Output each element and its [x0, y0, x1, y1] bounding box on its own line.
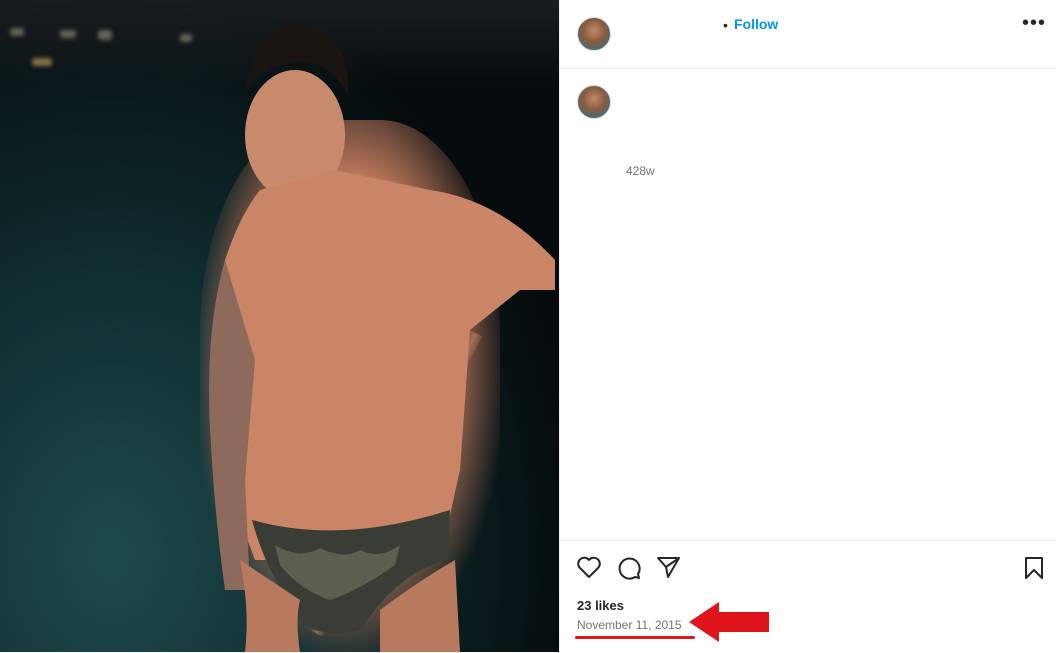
author-avatar[interactable] — [577, 17, 611, 51]
caption-author-avatar[interactable] — [577, 85, 611, 119]
heart-icon[interactable] — [576, 555, 602, 579]
separator-dot: • — [723, 17, 728, 33]
post-details-panel: • Follow ••• 428w 23 likes November 11, … — [559, 0, 1056, 652]
post-header: • Follow ••• — [560, 0, 1056, 69]
bookmark-icon[interactable] — [1023, 555, 1045, 581]
caption-timestamp[interactable]: 428w — [626, 164, 655, 178]
follow-button[interactable]: Follow — [734, 16, 778, 32]
post-date[interactable]: November 11, 2015 — [577, 618, 682, 632]
annotation-underline — [575, 636, 695, 639]
photo-subject-figure — [209, 24, 555, 652]
likes-count[interactable]: 23 likes — [577, 598, 624, 613]
share-icon[interactable] — [656, 555, 682, 579]
more-options-icon[interactable]: ••• — [1022, 12, 1046, 35]
post-media[interactable] — [0, 0, 559, 652]
post-actions-section: 23 likes November 11, 2015 — [560, 540, 1056, 653]
comment-icon[interactable] — [616, 555, 642, 581]
annotation-arrow-icon — [689, 602, 769, 642]
